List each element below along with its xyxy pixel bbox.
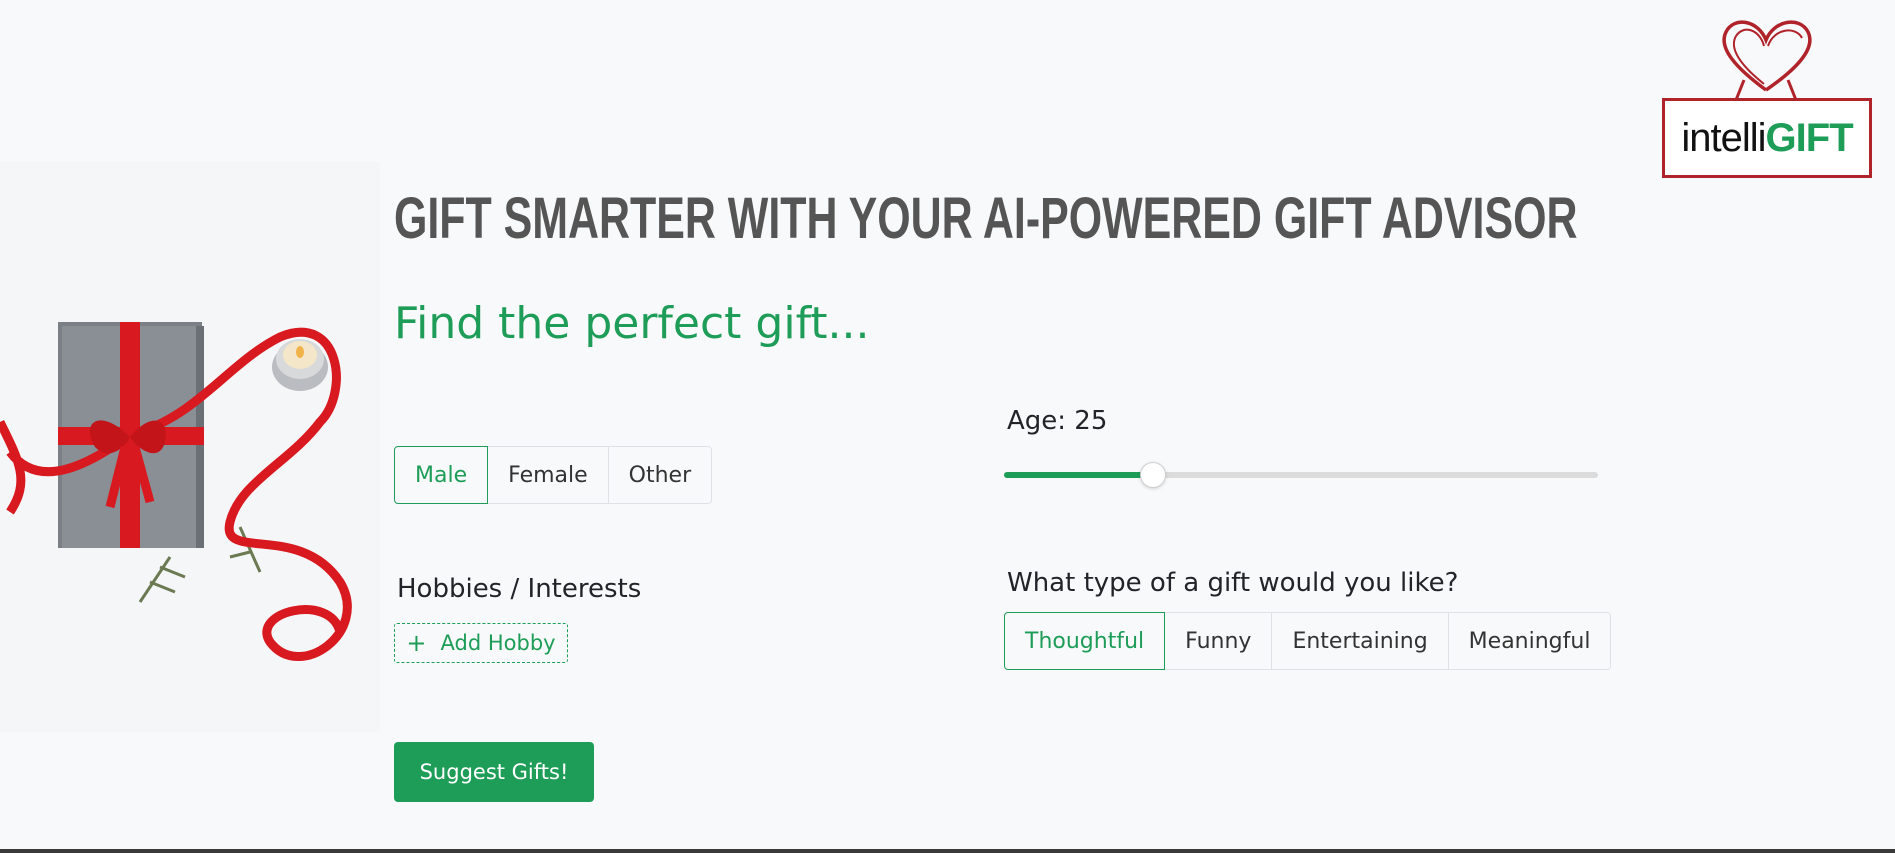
hobbies-label: Hobbies / Interests (397, 574, 642, 604)
age-slider-fill (1004, 472, 1153, 478)
age-slider-thumb[interactable] (1139, 462, 1166, 488)
add-hobby-button[interactable]: + Add Hobby (394, 623, 568, 663)
gift-type-funny-button[interactable]: Funny (1164, 612, 1273, 670)
plus-icon: + (406, 629, 427, 657)
gender-male-button[interactable]: Male (394, 446, 489, 504)
gift-type-selector: Thoughtful Funny Entertaining Meaningful (1004, 612, 1612, 670)
heart-icon (1722, 20, 1812, 100)
suggest-gifts-button[interactable]: Suggest Gifts! (394, 742, 594, 802)
gender-female-button[interactable]: Female (487, 446, 609, 504)
gift-type-thoughtful-button[interactable]: Thoughtful (1004, 612, 1166, 670)
gender-other-button[interactable]: Other (607, 446, 713, 504)
age-slider[interactable] (1004, 462, 1598, 488)
logo-word-intelli: intelli (1681, 115, 1766, 160)
hero-gift-image (0, 162, 380, 732)
gift-type-meaningful-button[interactable]: Meaningful (1447, 612, 1612, 670)
bottom-border (0, 849, 1895, 853)
logo-wordmark: intelli GIFT (1662, 98, 1872, 178)
gift-type-entertaining-button[interactable]: Entertaining (1271, 612, 1449, 670)
add-hobby-label: Add Hobby (440, 631, 556, 655)
gift-type-label: What type of a gift would you like? (1007, 568, 1459, 598)
page-subheadline: Find the perfect gift... (394, 298, 870, 349)
logo-word-gift: GIFT (1765, 115, 1854, 160)
gender-selector: Male Female Other (394, 446, 713, 504)
page-headline: GIFT SMARTER WITH YOUR AI-POWERED GIFT A… (394, 186, 1578, 251)
age-label: Age: 25 (1007, 406, 1108, 436)
intelligift-logo[interactable]: intelli GIFT (1658, 18, 1873, 180)
